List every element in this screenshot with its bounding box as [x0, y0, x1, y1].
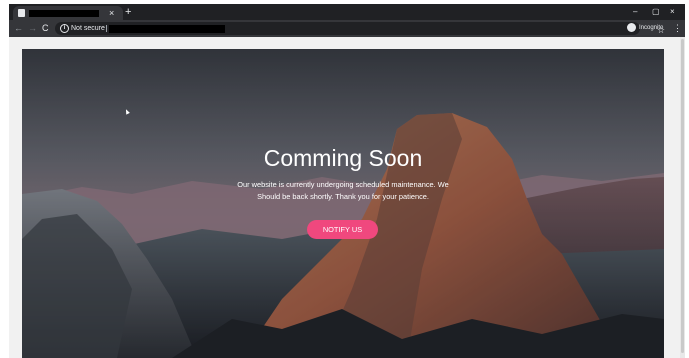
- tab-close-icon[interactable]: ×: [109, 6, 114, 20]
- active-tab[interactable]: ×: [13, 6, 123, 20]
- info-icon[interactable]: i: [60, 24, 69, 33]
- back-button[interactable]: ←: [14, 22, 23, 35]
- browser-menu-icon[interactable]: ⋮: [673, 21, 682, 35]
- hero-section: Comming Soon Our website is currently un…: [22, 49, 664, 358]
- profile-label[interactable]: Incognito: [639, 23, 663, 33]
- url-redacted[interactable]: [109, 25, 225, 33]
- incognito-icon[interactable]: [627, 23, 636, 32]
- address-separator: [106, 25, 107, 32]
- reload-button[interactable]: C: [42, 22, 49, 35]
- new-tab-button[interactable]: +: [125, 6, 131, 18]
- browser-window-chrome: × + – ▢ × ← → C i Not secure ☆ Incognito…: [9, 4, 685, 37]
- page-title: Comming Soon: [263, 145, 423, 171]
- window-close-button[interactable]: ×: [670, 6, 675, 18]
- address-bar[interactable]: i Not secure ☆: [55, 22, 665, 35]
- page-scrollbar[interactable]: [680, 37, 685, 358]
- notify-us-button[interactable]: NOTIFY US: [307, 220, 378, 239]
- tab-strip: × + – ▢ ×: [9, 4, 685, 20]
- mountain-background-image: [22, 49, 664, 358]
- page-viewport: Comming Soon Our website is currently un…: [9, 37, 685, 358]
- window-maximize-button[interactable]: ▢: [652, 6, 660, 18]
- tab-title-redacted: [29, 10, 99, 17]
- browser-toolbar: ← → C i Not secure ☆ Incognito ⋮: [9, 20, 685, 37]
- forward-button[interactable]: →: [28, 22, 37, 35]
- page-favicon-icon: [18, 9, 25, 17]
- security-status-label[interactable]: Not secure: [71, 23, 105, 34]
- window-minimize-button[interactable]: –: [633, 6, 637, 18]
- maintenance-message: Our website is currently undergoing sche…: [237, 180, 449, 201]
- scrollbar-thumb[interactable]: [681, 39, 684, 353]
